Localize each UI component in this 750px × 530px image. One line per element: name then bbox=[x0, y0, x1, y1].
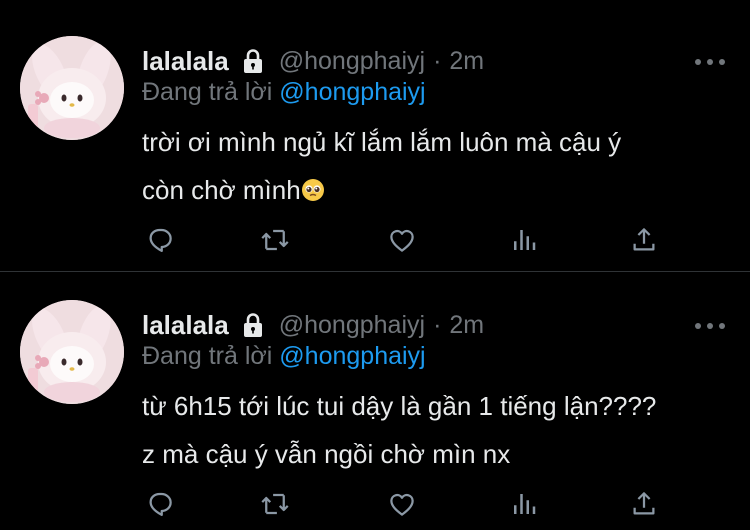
share-button[interactable] bbox=[624, 220, 664, 260]
handle[interactable]: @hongphaiyj bbox=[279, 311, 425, 340]
tweet-text-line: từ 6h15 tới lúc tui dậy là gần 1 tiếng l… bbox=[142, 391, 657, 421]
timestamp[interactable]: 2m bbox=[449, 47, 484, 76]
tweet-text-line: z mà cậu ý vẫn ngồi chờ mìn nx bbox=[142, 439, 511, 469]
avatar-image bbox=[20, 300, 124, 404]
avatar[interactable] bbox=[20, 300, 124, 404]
reply-to-handle[interactable]: @hongphaiyj bbox=[279, 342, 425, 370]
tweet-text-line: trời ơi mình ngủ kĩ lắm lắm luôn mà cậu … bbox=[142, 127, 622, 157]
reply-prefix: Đang trả lời bbox=[142, 78, 273, 106]
timestamp[interactable]: 2m bbox=[449, 311, 484, 340]
tweet-header: lalalala @hongphaiyj · 2m bbox=[142, 308, 484, 342]
like-icon bbox=[390, 493, 414, 516]
reply-to-handle[interactable]: @hongphaiyj bbox=[279, 78, 425, 106]
retweet-icon bbox=[261, 229, 289, 251]
pleading-face-emoji bbox=[301, 178, 325, 202]
tweet-text-line: còn chờ mình bbox=[142, 175, 301, 205]
more-icon[interactable] bbox=[692, 54, 728, 70]
reply-button[interactable] bbox=[140, 484, 180, 524]
reply-prefix: Đang trả lời bbox=[142, 342, 273, 370]
display-name[interactable]: lalalala bbox=[142, 310, 229, 341]
tweet-text-line-wrap: còn chờ mình bbox=[142, 166, 722, 214]
views-icon bbox=[514, 494, 536, 514]
avatar[interactable] bbox=[20, 36, 124, 140]
lock-icon bbox=[241, 312, 265, 338]
share-button[interactable] bbox=[624, 484, 664, 524]
like-button[interactable] bbox=[382, 220, 422, 260]
lock-icon bbox=[241, 48, 265, 74]
reply-icon bbox=[149, 228, 172, 252]
tweet-text: từ 6h15 tới lúc tui dậy là gần 1 tiếng l… bbox=[142, 382, 722, 478]
separator-dot: · bbox=[433, 310, 442, 339]
tweet[interactable]: lalalala @hongphaiyj · 2m Đang trả lời @… bbox=[0, 8, 750, 266]
like-button[interactable] bbox=[382, 484, 422, 524]
share-icon bbox=[633, 492, 655, 515]
tweet[interactable]: lalalala @hongphaiyj · 2m Đang trả lời @… bbox=[0, 272, 750, 530]
display-name[interactable]: lalalala bbox=[142, 46, 229, 77]
reply-context: Đang trả lời @hongphaiyj bbox=[142, 342, 426, 371]
retweet-icon bbox=[261, 493, 289, 515]
separator-dot: · bbox=[433, 46, 442, 75]
tweet-actions bbox=[142, 484, 722, 524]
views-button[interactable] bbox=[504, 484, 544, 524]
views-icon bbox=[514, 230, 536, 250]
handle[interactable]: @hongphaiyj bbox=[279, 47, 425, 76]
reply-icon bbox=[149, 492, 172, 516]
more-icon[interactable] bbox=[692, 318, 728, 334]
share-icon bbox=[633, 228, 655, 251]
avatar-image bbox=[20, 36, 124, 140]
tweet-header: lalalala @hongphaiyj · 2m bbox=[142, 44, 484, 78]
retweet-button[interactable] bbox=[255, 484, 295, 524]
reply-button[interactable] bbox=[140, 220, 180, 260]
tweet-actions bbox=[142, 220, 722, 260]
tweet-text: trời ơi mình ngủ kĩ lắm lắm luôn mà cậu … bbox=[142, 118, 722, 214]
like-icon bbox=[390, 229, 414, 252]
reply-context: Đang trả lời @hongphaiyj bbox=[142, 78, 426, 107]
retweet-button[interactable] bbox=[255, 220, 295, 260]
views-button[interactable] bbox=[504, 220, 544, 260]
